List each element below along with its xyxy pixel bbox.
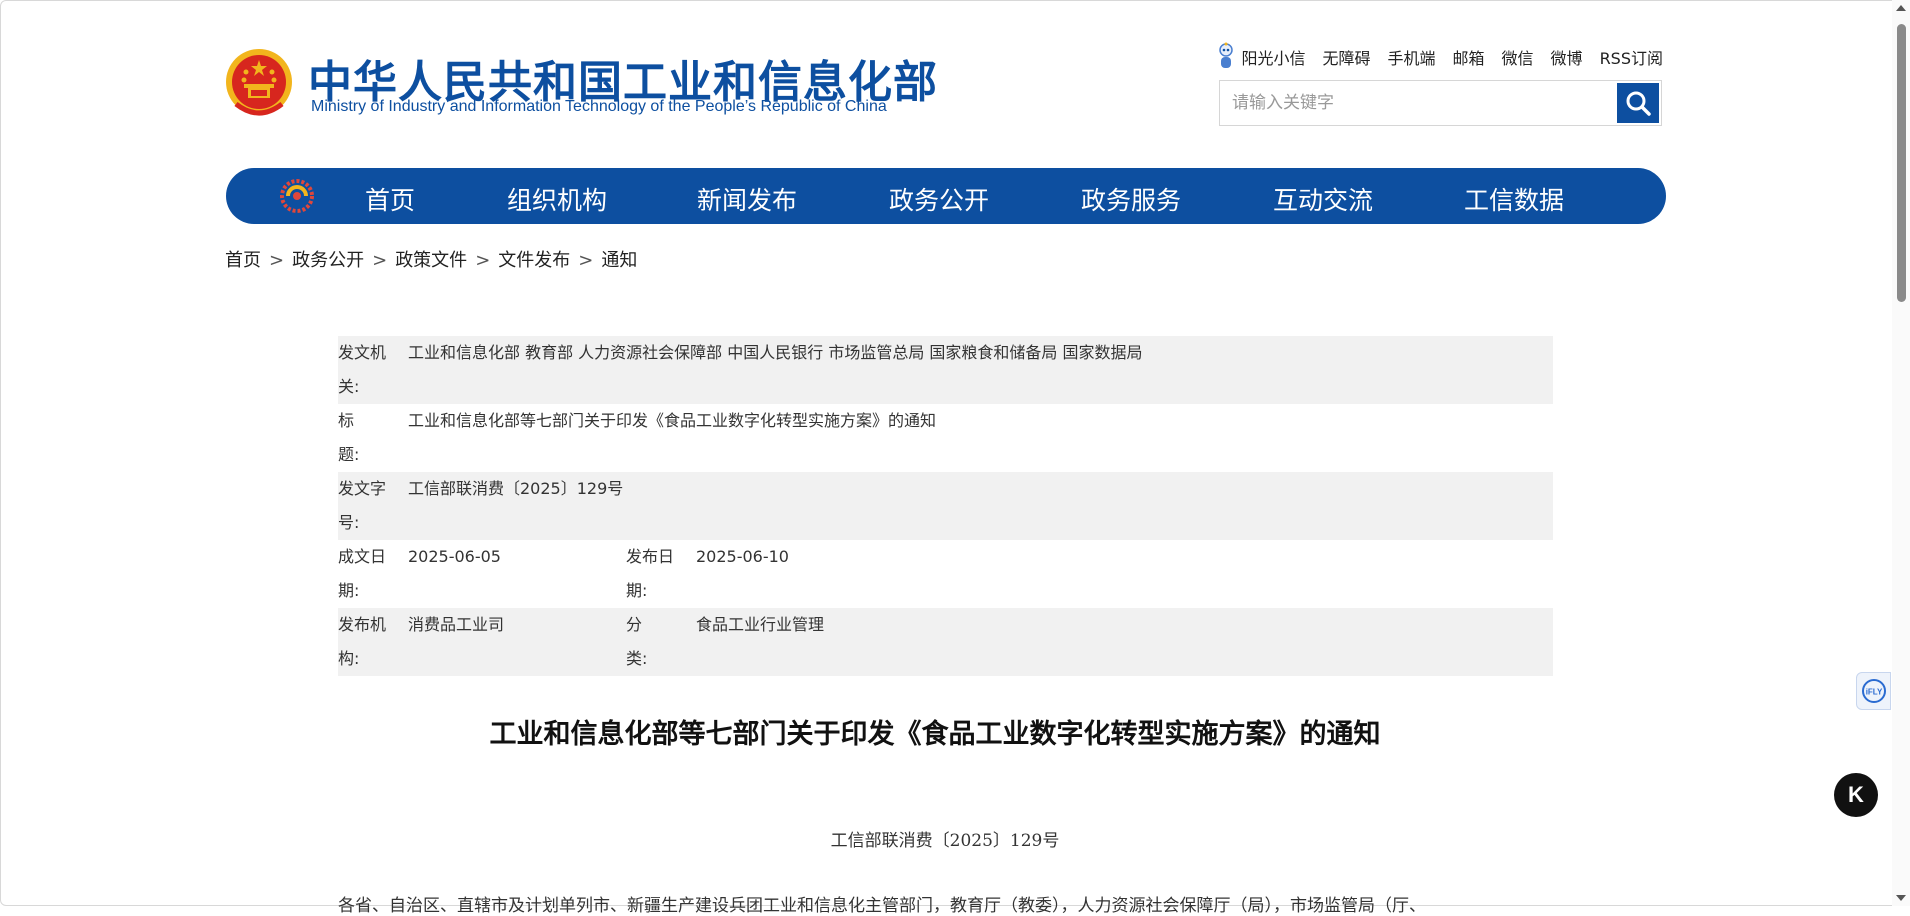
meta-value-issuer: 工业和信息化部 教育部 人力资源社会保障部 中国人民银行 市场监管总局 国家粮食… xyxy=(408,343,1143,362)
scroll-up-arrow-icon[interactable] xyxy=(1896,5,1906,11)
nav-item-news[interactable]: 新闻发布 xyxy=(697,181,797,217)
top-link-mail[interactable]: 邮箱 xyxy=(1453,45,1485,69)
k-logo-icon: K xyxy=(1848,782,1864,807)
meta-label-docno: 发文字号: xyxy=(338,479,387,532)
breadcrumb-home[interactable]: 首页 xyxy=(225,250,261,271)
meta-label-org: 发布机构: xyxy=(338,615,387,668)
search-input[interactable] xyxy=(1220,81,1610,125)
breadcrumb-separator: > xyxy=(269,250,285,271)
search-icon xyxy=(1626,91,1651,116)
k-assistant-button[interactable]: K xyxy=(1834,773,1878,817)
breadcrumb: 首页 > 政务公开 > 政策文件 > 文件发布 > 通知 xyxy=(225,246,637,272)
meta-row-issuer: 发文机关: 工业和信息化部 教育部 人力资源社会保障部 中国人民银行 市场监管总… xyxy=(338,336,1553,404)
national-emblem-logo[interactable] xyxy=(224,46,294,122)
breadcrumb-gov-affairs[interactable]: 政务公开 xyxy=(292,250,364,271)
top-link-accessibility[interactable]: 无障碍 xyxy=(1322,45,1370,69)
nav-item-interaction[interactable]: 互动交流 xyxy=(1273,181,1373,217)
meta-row-title: 标题: 工业和信息化部等七部门关于印发《食品工业数字化转型实施方案》的通知 xyxy=(338,404,1553,472)
document-number: 工信部联消费〔2025〕129号 xyxy=(830,831,1060,851)
robot-icon xyxy=(1219,42,1234,68)
document-first-paragraph: 各省、自治区、直辖市及计划单列市、新疆生产建设兵团工业和信息化主管部门，教育厅（… xyxy=(338,896,1426,916)
meta-value-published-date: 2025-06-10 xyxy=(696,547,789,566)
scroll-down-arrow-icon[interactable] xyxy=(1896,895,1906,901)
meta-label-title: 标题: xyxy=(338,411,360,464)
top-link-label: 阳光小信 xyxy=(1241,49,1306,68)
search-box xyxy=(1219,80,1662,126)
site-subtitle: Ministry of Industry and Information Tec… xyxy=(311,98,887,115)
document-title: 工业和信息化部等七部门关于印发《食品工业数字化转型实施方案》的通知 xyxy=(489,719,1381,750)
meta-label-written-date: 成文日期: xyxy=(338,547,387,600)
iflytek-icon: iFLY xyxy=(1861,679,1886,703)
breadcrumb-file-release[interactable]: 文件发布 xyxy=(498,250,570,271)
nav-item-organization[interactable]: 组织机构 xyxy=(507,181,607,217)
meta-value-org: 消费品工业司 xyxy=(408,615,505,634)
breadcrumb-policy-docs[interactable]: 政策文件 xyxy=(395,250,467,271)
meta-row-dates: 成文日期: 2025-06-05 发布日期: 2025-06-10 xyxy=(338,540,1553,608)
main-nav: 首页 组织机构 新闻发布 政务公开 政务服务 互动交流 工信数据 xyxy=(226,168,1666,224)
meta-row-docno: 发文字号: 工信部联消费〔2025〕129号 xyxy=(338,472,1553,540)
top-links: 阳光小信 无障碍 手机端 邮箱 微信 微博 RSS订阅 xyxy=(1215,42,1663,72)
meta-label-published-date: 发布日期: xyxy=(626,547,675,600)
top-link-sunshine[interactable]: 阳光小信 xyxy=(1215,42,1305,72)
top-link-weibo[interactable]: 微博 xyxy=(1551,45,1583,69)
meta-value-title: 工业和信息化部等七部门关于印发《食品工业数字化转型实施方案》的通知 xyxy=(408,411,937,430)
meta-label-issuer: 发文机关: xyxy=(338,343,387,396)
meta-label-category: 分类: xyxy=(626,615,648,668)
breadcrumb-separator: > xyxy=(578,250,594,271)
top-link-mobile[interactable]: 手机端 xyxy=(1388,45,1436,69)
nav-item-home[interactable]: 首页 xyxy=(365,181,415,217)
nav-item-gov-services[interactable]: 政务服务 xyxy=(1081,181,1181,217)
breadcrumb-separator: > xyxy=(372,250,388,271)
meta-value-category: 食品工业行业管理 xyxy=(696,615,825,634)
nav-item-gov-affairs[interactable]: 政务公开 xyxy=(889,181,989,217)
scrollbar-thumb[interactable] xyxy=(1897,24,1906,302)
meta-value-docno: 工信部联消费〔2025〕129号 xyxy=(408,479,624,498)
miit-emblem-icon xyxy=(278,178,316,214)
meta-row-org: 发布机构: 消费品工业司 分类: 食品工业行业管理 xyxy=(338,608,1553,676)
breadcrumb-separator: > xyxy=(475,250,491,271)
breadcrumb-notice[interactable]: 通知 xyxy=(601,250,637,271)
top-link-rss[interactable]: RSS订阅 xyxy=(1600,45,1663,69)
vertical-scrollbar[interactable] xyxy=(1892,0,1910,906)
k-label: K xyxy=(1848,782,1864,807)
meta-value-written-date: 2025-06-05 xyxy=(408,547,501,566)
iflytek-voice-button[interactable]: iFLY xyxy=(1856,672,1891,710)
nav-item-data[interactable]: 工信数据 xyxy=(1464,181,1564,217)
search-button[interactable] xyxy=(1617,83,1659,123)
top-link-wechat[interactable]: 微信 xyxy=(1502,45,1534,69)
document-meta-table: 发文机关: 工业和信息化部 教育部 人力资源社会保障部 中国人民银行 市场监管总… xyxy=(338,336,1553,676)
iflytek-label: iFLY xyxy=(1865,688,1882,697)
